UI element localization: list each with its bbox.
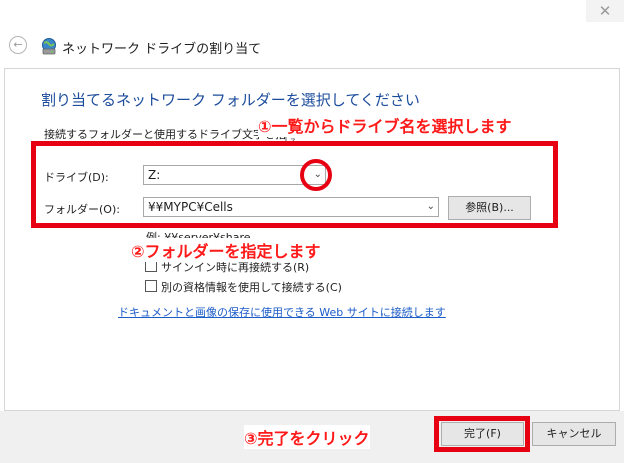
instruction-text: 接続するフォルダーと使用するドライブ文字を指 bbox=[44, 128, 286, 141]
wizard-title: ネットワーク ドライブの割り当て bbox=[62, 42, 262, 57]
annotation-step3: ③完了をクリック bbox=[244, 425, 370, 449]
page-title: 割り当てるネットワーク フォルダーを選択してください bbox=[41, 91, 420, 109]
title-bar: ✕ bbox=[0, 0, 624, 26]
back-button[interactable]: ← bbox=[9, 36, 27, 54]
close-icon: ✕ bbox=[598, 2, 612, 20]
web-site-link[interactable]: ドキュメントと画像の保存に使用できる Web サイトに接続します bbox=[118, 304, 446, 320]
annotation-circle-dropdown bbox=[300, 159, 332, 191]
credentials-checkbox[interactable] bbox=[145, 280, 157, 292]
wizard-header: ← ネットワーク ドライブの割り当て bbox=[0, 26, 624, 68]
back-arrow-icon: ← bbox=[13, 38, 23, 51]
annotation-step2: ②フォルダーを指定します bbox=[131, 238, 321, 262]
annotation-step1: ①一覧からドライブ名を選択します bbox=[258, 113, 512, 137]
network-drive-icon bbox=[42, 38, 56, 55]
annotation-frame-fields bbox=[31, 141, 558, 228]
annotation-frame-finish bbox=[434, 416, 530, 452]
close-button[interactable]: ✕ bbox=[586, 0, 624, 22]
credentials-label: 別の資格情報を使用して接続する(C) bbox=[161, 281, 342, 294]
cancel-button[interactable]: キャンセル bbox=[532, 422, 616, 446]
